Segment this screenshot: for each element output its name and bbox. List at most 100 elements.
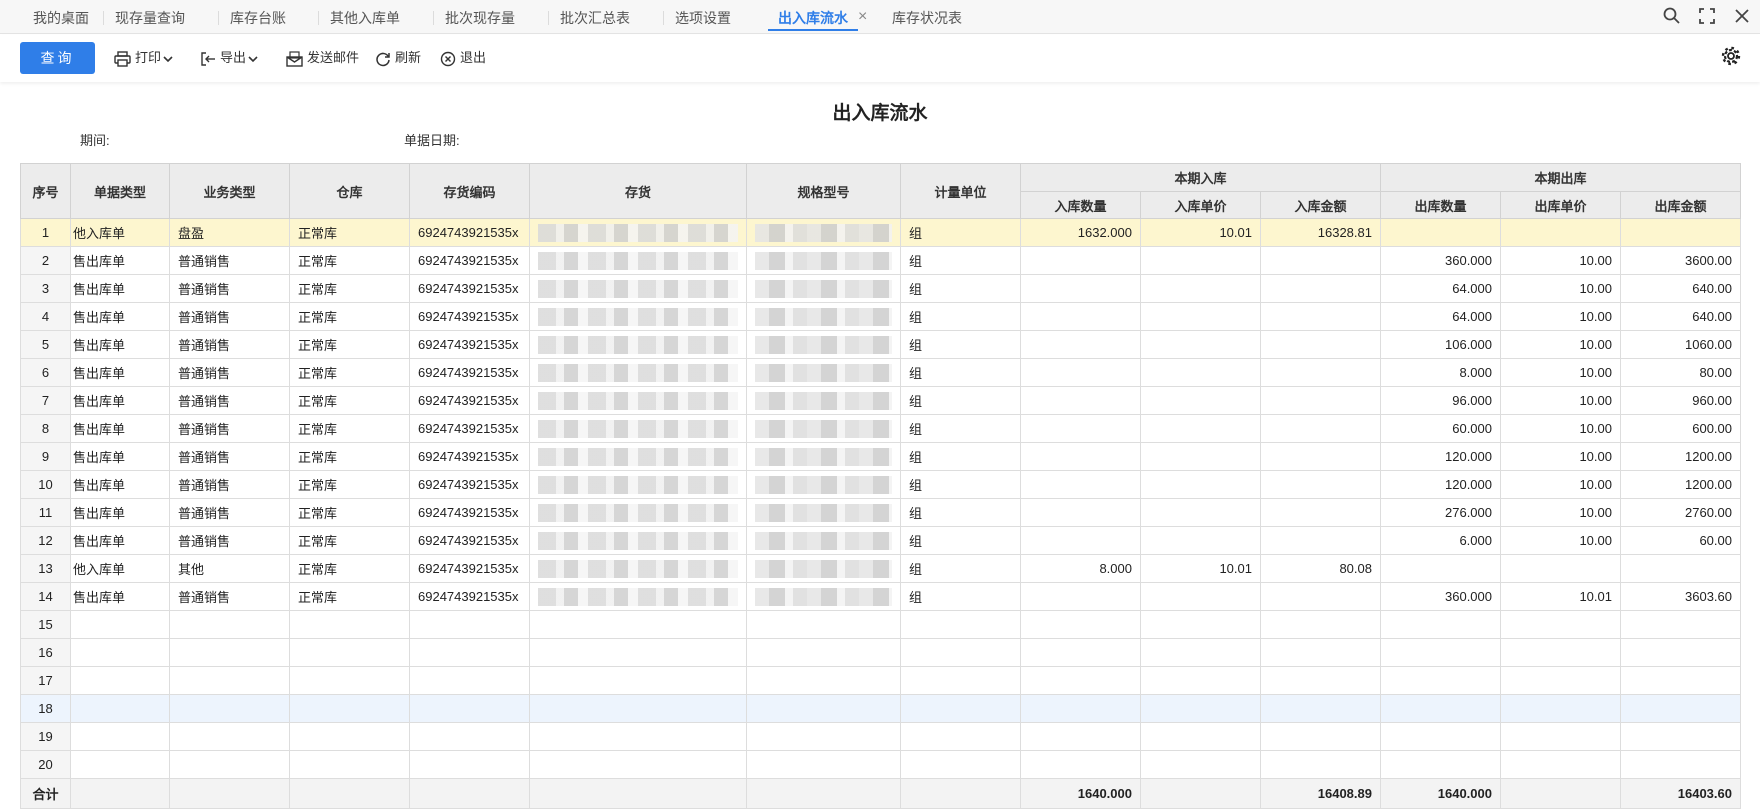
row-in-amount[interactable] xyxy=(1260,498,1381,527)
row-unit[interactable]: 组 xyxy=(900,302,1021,331)
row-out-amount[interactable]: 640.00 xyxy=(1620,274,1741,303)
table-row[interactable]: 2 售出库单 普通销售 正常库 6924743921535x 组 360.000 10.00 3… xyxy=(20,246,1741,275)
row-spec-redacted[interactable] xyxy=(746,498,901,527)
row-warehouse[interactable] xyxy=(289,666,410,695)
row-item-code[interactable]: 6924743921535x xyxy=(409,498,530,527)
row-out-amount[interactable]: 1200.00 xyxy=(1620,442,1741,471)
row-out-qty[interactable] xyxy=(1380,722,1501,751)
row-out-qty[interactable]: 64.000 xyxy=(1380,302,1501,331)
row-in-price[interactable] xyxy=(1140,246,1261,275)
row-out-price[interactable] xyxy=(1500,750,1621,779)
row-in-price[interactable] xyxy=(1140,414,1261,443)
row-out-qty[interactable]: 360.000 xyxy=(1380,582,1501,611)
row-item-redacted[interactable] xyxy=(529,246,747,275)
row-biz-type[interactable]: 普通销售 xyxy=(169,274,290,303)
row-warehouse[interactable]: 正常库 xyxy=(289,330,410,359)
row-item-code[interactable]: 6924743921535x xyxy=(409,386,530,415)
row-item-redacted[interactable] xyxy=(529,302,747,331)
row-in-price[interactable] xyxy=(1140,358,1261,387)
row-unit[interactable] xyxy=(900,722,1021,751)
row-warehouse[interactable] xyxy=(289,610,410,639)
header-in-amount[interactable]: 入库金额 xyxy=(1260,191,1381,219)
row-out-amount[interactable] xyxy=(1620,694,1741,723)
row-out-qty[interactable]: 60.000 xyxy=(1380,414,1501,443)
row-in-qty[interactable]: 8.000 xyxy=(1020,554,1141,583)
row-in-price[interactable] xyxy=(1140,442,1261,471)
row-in-amount[interactable] xyxy=(1260,358,1381,387)
row-spec-redacted[interactable] xyxy=(746,218,901,247)
row-seq[interactable]: 6 xyxy=(20,358,71,387)
table-row[interactable]: 17 xyxy=(20,666,1741,695)
row-item-redacted[interactable] xyxy=(529,274,747,303)
row-in-price[interactable] xyxy=(1140,666,1261,695)
row-in-price[interactable] xyxy=(1140,750,1261,779)
row-item-redacted[interactable] xyxy=(529,610,747,639)
row-doc-type[interactable]: 售出库单 xyxy=(70,358,170,387)
table-row[interactable]: 16 xyxy=(20,638,1741,667)
row-item-code[interactable]: 6924743921535x xyxy=(409,218,530,247)
row-out-amount[interactable]: 2760.00 xyxy=(1620,498,1741,527)
row-out-price[interactable] xyxy=(1500,694,1621,723)
row-seq[interactable]: 1 xyxy=(20,218,71,247)
maximize-icon[interactable] xyxy=(1697,6,1717,26)
row-item-code[interactable]: 6924743921535x xyxy=(409,582,530,611)
row-out-price[interactable] xyxy=(1500,666,1621,695)
row-biz-type[interactable]: 普通销售 xyxy=(169,442,290,471)
row-in-amount[interactable] xyxy=(1260,330,1381,359)
row-in-price[interactable]: 10.01 xyxy=(1140,218,1261,247)
row-in-price[interactable] xyxy=(1140,582,1261,611)
row-out-qty[interactable]: 106.000 xyxy=(1380,330,1501,359)
row-spec-redacted[interactable] xyxy=(746,722,901,751)
row-biz-type[interactable] xyxy=(169,750,290,779)
row-out-price[interactable]: 10.00 xyxy=(1500,414,1621,443)
row-out-qty[interactable]: 360.000 xyxy=(1380,246,1501,275)
row-item-code[interactable]: 6924743921535x xyxy=(409,442,530,471)
row-doc-type[interactable] xyxy=(70,722,170,751)
row-out-amount[interactable] xyxy=(1620,554,1741,583)
row-item-code[interactable]: 6924743921535x xyxy=(409,358,530,387)
row-biz-type[interactable] xyxy=(169,610,290,639)
row-out-price[interactable] xyxy=(1500,218,1621,247)
row-out-amount[interactable]: 3603.60 xyxy=(1620,582,1741,611)
row-warehouse[interactable]: 正常库 xyxy=(289,414,410,443)
row-in-price[interactable]: 10.01 xyxy=(1140,554,1261,583)
row-in-price[interactable] xyxy=(1140,470,1261,499)
row-in-amount[interactable]: 16328.81 xyxy=(1260,218,1381,247)
row-item-redacted[interactable] xyxy=(529,386,747,415)
row-seq[interactable]: 2 xyxy=(20,246,71,275)
row-out-amount[interactable] xyxy=(1620,638,1741,667)
table-row[interactable]: 1 他入库单 盘盈 正常库 6924743921535x 组 1632.000 10.01 16… xyxy=(20,218,1741,247)
tab-other-inbound[interactable]: 其他入库单 xyxy=(330,0,400,34)
row-in-price[interactable] xyxy=(1140,302,1261,331)
row-out-amount[interactable] xyxy=(1620,750,1741,779)
row-out-qty[interactable]: 6.000 xyxy=(1380,526,1501,555)
row-in-price[interactable] xyxy=(1140,638,1261,667)
row-out-price[interactable]: 10.00 xyxy=(1500,302,1621,331)
table-row[interactable]: 4 售出库单 普通销售 正常库 6924743921535x 组 64.000 10.00 64… xyxy=(20,302,1741,331)
row-unit[interactable] xyxy=(900,610,1021,639)
tab-inout-flow[interactable]: 出入库流水 xyxy=(768,0,858,34)
row-biz-type[interactable]: 普通销售 xyxy=(169,330,290,359)
row-in-amount[interactable] xyxy=(1260,246,1381,275)
header-seq[interactable]: 序号 xyxy=(20,163,71,219)
search-icon[interactable] xyxy=(1662,6,1682,26)
table-row[interactable]: 14 售出库单 普通销售 正常库 6924743921535x 组 360.000 10.01… xyxy=(20,582,1741,611)
header-item[interactable]: 存货 xyxy=(529,163,747,219)
tab-batch-stock[interactable]: 批次现存量 xyxy=(445,0,515,34)
row-seq[interactable]: 3 xyxy=(20,274,71,303)
row-spec-redacted[interactable] xyxy=(746,386,901,415)
row-unit[interactable] xyxy=(900,750,1021,779)
row-unit[interactable]: 组 xyxy=(900,526,1021,555)
row-biz-type[interactable] xyxy=(169,722,290,751)
row-item-code[interactable]: 6924743921535x xyxy=(409,526,530,555)
table-row[interactable]: 18 xyxy=(20,694,1741,723)
table-row[interactable]: 8 售出库单 普通销售 正常库 6924743921535x 组 60.000 10.00 60… xyxy=(20,414,1741,443)
tab-stock-ledger[interactable]: 库存台账 xyxy=(230,0,286,34)
header-biz-type[interactable]: 业务类型 xyxy=(169,163,290,219)
row-seq[interactable]: 12 xyxy=(20,526,71,555)
row-biz-type[interactable] xyxy=(169,666,290,695)
row-biz-type[interactable]: 普通销售 xyxy=(169,526,290,555)
row-in-amount[interactable] xyxy=(1260,386,1381,415)
row-seq[interactable]: 10 xyxy=(20,470,71,499)
row-warehouse[interactable]: 正常库 xyxy=(289,302,410,331)
